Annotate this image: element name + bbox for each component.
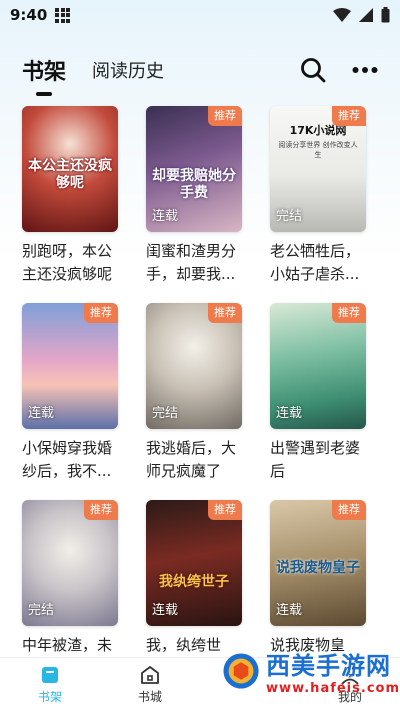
status-tag: 连载	[276, 406, 303, 421]
book-grid: 本公主还没疯够呢 别跑呀，本公主还没疯够呢 却要我赔她分手费 推荐 连载 闺蜜和…	[22, 106, 378, 680]
wifi-icon	[333, 8, 351, 22]
book-title: 出警遇到老婆后	[270, 439, 361, 480]
recommend-badge: 推荐	[208, 106, 242, 126]
book-item[interactable]: 推荐 连载 小保姆穿我婚纱后，我不...	[22, 303, 118, 483]
book-item[interactable]: 推荐 连载 出警遇到老婆后	[270, 303, 366, 483]
cover-title: 本公主还没疯够呢	[28, 158, 112, 191]
book-cover[interactable]: 17K小说网 阅读分享世界 创作改变人生 推荐 完结	[270, 106, 366, 232]
status-tag: 连载	[152, 209, 179, 224]
nav-bookshelf-label: 书架	[37, 690, 62, 704]
bookstore-icon	[141, 666, 159, 684]
watermark-text: 西美手游网	[266, 651, 392, 680]
header: 书架 阅读历史	[0, 48, 400, 92]
bookshelf-icon	[42, 667, 58, 683]
book-cover[interactable]: 推荐 完结	[22, 500, 118, 626]
status-tag: 连载	[28, 406, 55, 421]
book-title: 老公牺牲后，小姑子虐杀...	[270, 242, 361, 283]
cover-brand: 17K小说网 阅读分享世界 创作改变人生	[278, 122, 358, 160]
more-icon[interactable]	[352, 66, 378, 74]
book-item[interactable]: 推荐 完结 中年被渣，未	[22, 500, 118, 680]
book-cover[interactable]: 说我废物皇子 推荐 连载	[270, 500, 366, 626]
cover-brand-slogan: 阅读分享世界 创作改变人生	[278, 141, 358, 159]
book-item[interactable]: 却要我赔她分手费 推荐 连载 闺蜜和渣男分手，却要我...	[146, 106, 242, 286]
recommend-badge: 推荐	[332, 303, 366, 323]
book-title: 别跑呀，本公主还没疯够呢	[22, 242, 113, 283]
book-title: 闺蜜和渣男分手，却要我...	[146, 242, 237, 283]
recommend-badge: 推荐	[332, 106, 366, 126]
watermark: 西美手游网 www.hafeis.com	[222, 630, 400, 711]
tab-bookshelf[interactable]: 书架	[22, 54, 66, 86]
nav-bookstore[interactable]: 书城	[115, 664, 185, 705]
battery-icon	[381, 7, 390, 23]
watermark-logo-icon	[223, 652, 259, 689]
recommend-badge: 推荐	[208, 303, 242, 323]
recommend-badge: 推荐	[84, 500, 118, 520]
book-cover[interactable]: 推荐 连载	[270, 303, 366, 429]
cover-title: 我纨绔世子	[159, 574, 229, 590]
book-cover[interactable]: 我纨绔世子 推荐 连载	[146, 500, 242, 626]
book-item[interactable]: 推荐 完结 我逃婚后，大师兄疯魔了	[146, 303, 242, 483]
book-cover[interactable]: 推荐 完结	[146, 303, 242, 429]
recommend-badge: 推荐	[332, 500, 366, 520]
status-time: 9:40	[10, 6, 48, 24]
nav-bookstore-label: 书城	[137, 690, 162, 704]
book-cover[interactable]: 本公主还没疯够呢	[22, 106, 118, 232]
app-grid-icon	[55, 7, 71, 23]
recommend-badge: 推荐	[208, 500, 242, 520]
book-title: 我逃婚后，大师兄疯魔了	[146, 439, 237, 480]
book-cover[interactable]: 推荐 连载	[22, 303, 118, 429]
status-bar: 9:40	[0, 0, 400, 30]
cover-title: 说我废物皇子	[276, 560, 360, 576]
tab-reading-history[interactable]: 阅读历史	[92, 57, 164, 83]
recommend-badge: 推荐	[84, 303, 118, 323]
book-cover[interactable]: 却要我赔她分手费 推荐 连载	[146, 106, 242, 232]
status-tag: 完结	[276, 209, 303, 224]
book-title: 小保姆穿我婚纱后，我不...	[22, 439, 113, 480]
book-item[interactable]: 本公主还没疯够呢 别跑呀，本公主还没疯够呢	[22, 106, 118, 286]
status-tag: 连载	[276, 603, 303, 618]
book-item[interactable]: 17K小说网 阅读分享世界 创作改变人生 推荐 完结 老公牺牲后，小姑子虐杀..…	[270, 106, 366, 286]
watermark-url: www.hafeis.com	[266, 680, 400, 696]
cover-title: 却要我赔她分手费	[152, 168, 236, 201]
status-tag: 连载	[152, 603, 179, 618]
status-tag: 完结	[152, 406, 179, 421]
search-icon[interactable]	[300, 57, 326, 83]
signal-icon	[359, 8, 373, 22]
nav-bookshelf[interactable]: 书架	[15, 664, 85, 705]
status-tag: 完结	[28, 603, 55, 618]
